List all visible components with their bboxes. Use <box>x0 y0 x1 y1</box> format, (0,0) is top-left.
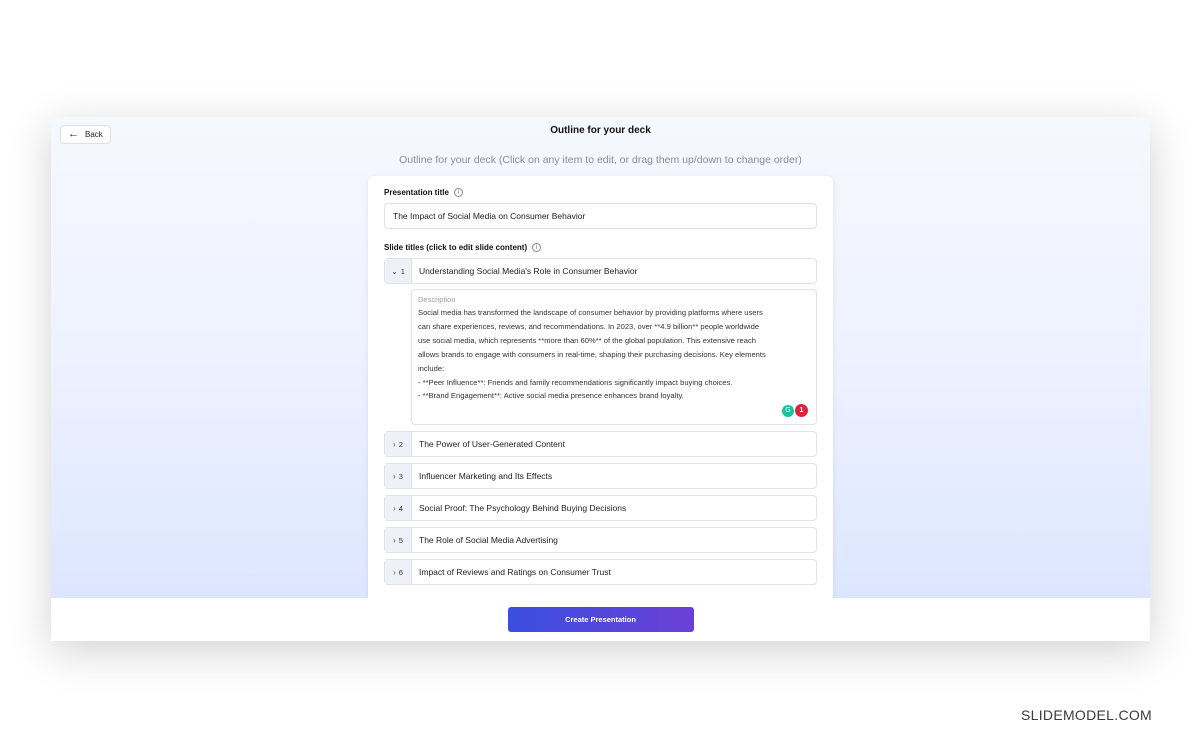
footer-bar: Create Presentation <box>51 598 1150 641</box>
chevron-right-icon[interactable]: › <box>393 472 396 481</box>
issue-count-badge[interactable]: 1 <box>795 404 808 417</box>
slide-titles-label: Slide titles (click to edit slide conten… <box>384 243 817 252</box>
create-presentation-button[interactable]: Create Presentation <box>507 607 694 632</box>
slide-number[interactable]: › 2 <box>385 432 412 456</box>
info-icon[interactable]: i <box>532 243 542 252</box>
description-line: Social media has transformed the landsca… <box>418 308 763 317</box>
app-window: ← Back Outline for your deck Outline for… <box>51 117 1150 641</box>
slide-title[interactable]: The Role of Social Media Advertising <box>412 528 816 552</box>
chevron-right-icon[interactable]: › <box>393 504 396 513</box>
description-label: Description <box>418 295 456 304</box>
slide-description-editor[interactable]: Description Social media has transformed… <box>411 289 817 425</box>
description-line: - **Peer Influence**: Friends and family… <box>418 377 733 387</box>
slide-number[interactable]: ⌄ 1 <box>385 259 412 283</box>
slide-title[interactable]: The Power of User-Generated Content <box>412 432 816 456</box>
watermark: SLIDEMODEL.COM <box>1021 707 1152 723</box>
slide-number[interactable]: › 5 <box>385 528 412 552</box>
slide-number[interactable]: › 4 <box>385 496 412 520</box>
description-line: - **Brand Engagement**: Active social me… <box>418 391 684 401</box>
page-title: Outline for your deck <box>550 125 651 136</box>
chevron-down-icon[interactable]: ⌄ <box>391 267 398 276</box>
slide-item-6[interactable]: › 6 Impact of Reviews and Ratings on Con… <box>384 559 817 585</box>
info-icon[interactable]: i <box>453 188 463 197</box>
description-text[interactable]: Social media has transformed the landsca… <box>418 306 810 403</box>
slide-title[interactable]: Impact of Reviews and Ratings on Consume… <box>412 560 816 584</box>
presentation-title-label: Presentation title i <box>384 188 817 197</box>
grammar-checker[interactable]: G 1 <box>782 404 808 417</box>
slide-item-2[interactable]: › 2 The Power of User-Generated Content <box>384 431 817 457</box>
description-line: can share experiences, reviews, and reco… <box>418 321 760 331</box>
slide-item-5[interactable]: › 5 The Role of Social Media Advertising <box>384 527 817 553</box>
slide-number[interactable]: › 6 <box>385 560 412 584</box>
chevron-right-icon[interactable]: › <box>393 568 396 577</box>
slide-item-1[interactable]: ⌄ 1 Understanding Social Media's Role in… <box>384 258 817 284</box>
description-line: use social media, which represents **mor… <box>418 335 756 345</box>
chevron-right-icon[interactable]: › <box>393 536 396 545</box>
description-line: allows brands to engage with consumers i… <box>418 349 766 359</box>
page-subtitle: Outline for your deck (Click on any item… <box>399 154 802 166</box>
presentation-title-input[interactable]: The Impact of Social Media on Consumer B… <box>384 203 817 229</box>
grammarly-icon[interactable]: G <box>782 404 794 417</box>
outline-card: Presentation title i The Impact of Socia… <box>368 176 833 616</box>
slide-title[interactable]: Social Proof: The Psychology Behind Buyi… <box>412 496 816 520</box>
slide-item-4[interactable]: › 4 Social Proof: The Psychology Behind … <box>384 495 817 521</box>
slide-title[interactable]: Understanding Social Media's Role in Con… <box>412 259 816 283</box>
slide-title[interactable]: Influencer Marketing and Its Effects <box>412 464 816 488</box>
slide-item-3[interactable]: › 3 Influencer Marketing and Its Effects <box>384 463 817 489</box>
chevron-right-icon[interactable]: › <box>393 440 396 449</box>
slide-number[interactable]: › 3 <box>385 464 412 488</box>
description-line: include: <box>418 363 445 373</box>
